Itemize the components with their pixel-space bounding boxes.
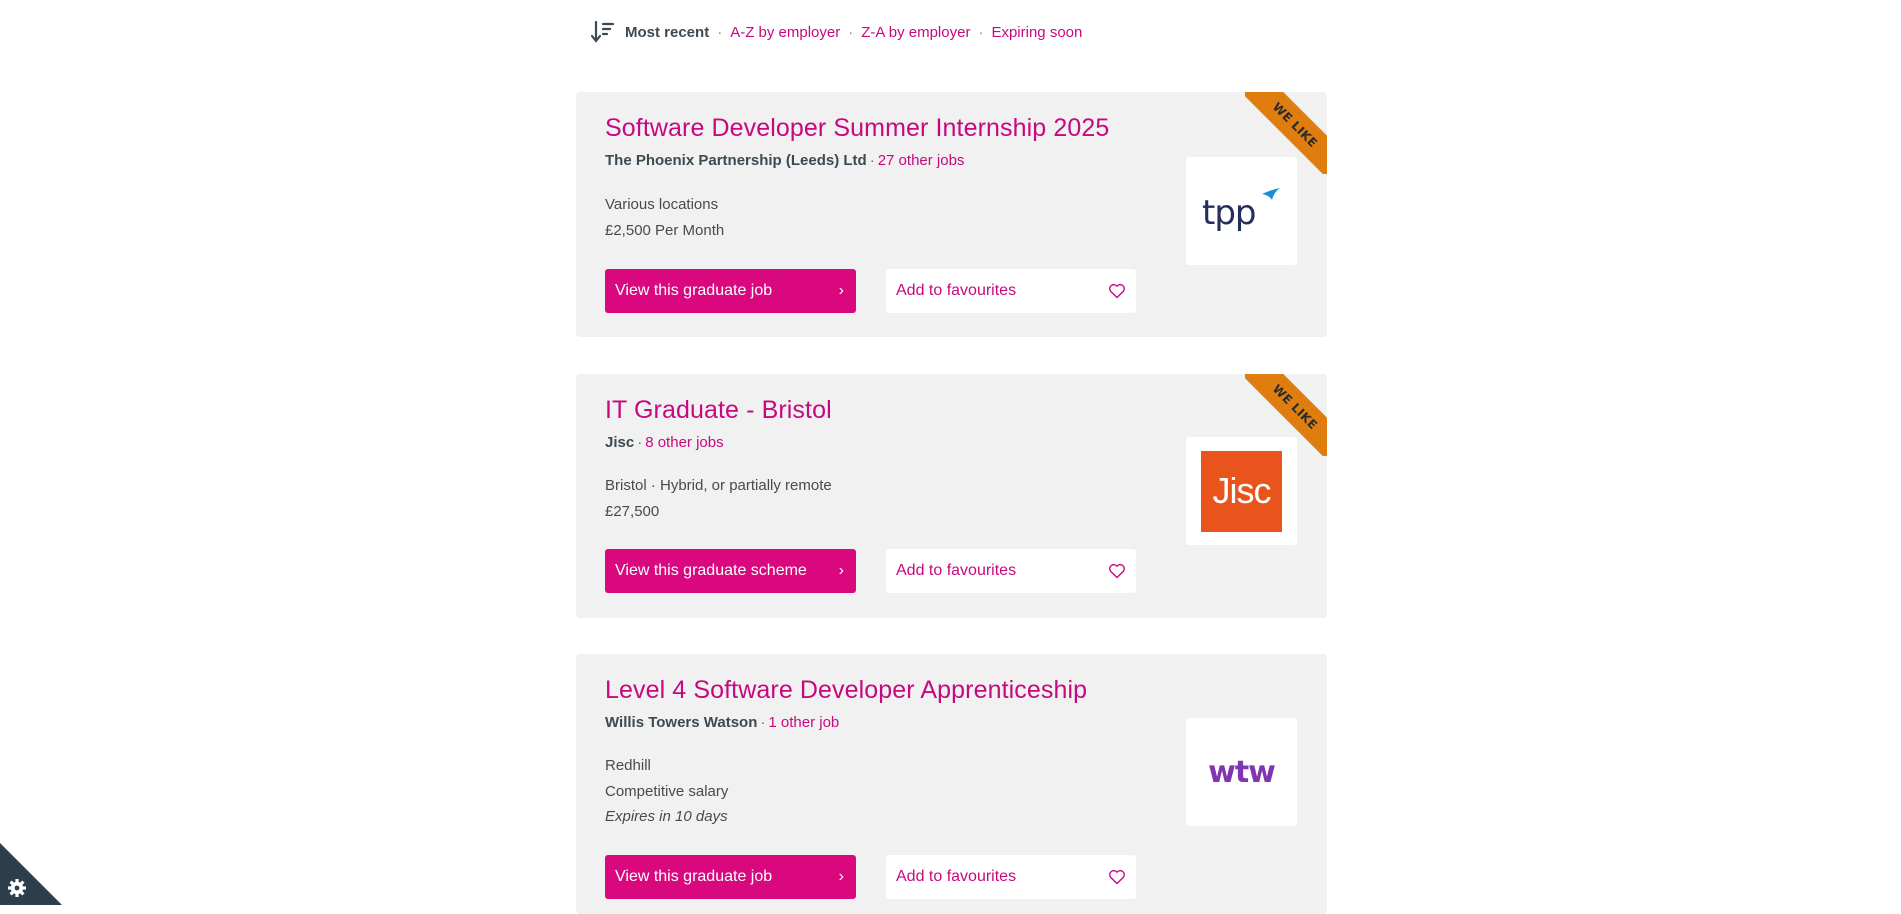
chevron-right-icon: › (838, 868, 844, 885)
employer-name: Jisc (605, 434, 635, 451)
we-like-badge-label: WE LIKE (1245, 92, 1327, 174)
sort-za-employer-link[interactable]: Z-A by employer (861, 24, 970, 41)
employer-name: Willis Towers Watson (605, 714, 758, 731)
sort-separator: · (717, 23, 723, 41)
favourites-label: Add to favourites (896, 562, 1017, 579)
heart-outline-icon (1109, 869, 1125, 885)
job-details: Bristol · Hybrid, or partially remote £2… (605, 473, 832, 524)
we-like-badge-label: WE LIKE (1245, 374, 1327, 456)
job-salary: £27,500 (605, 502, 660, 520)
job-employer: Jisc · 8 other jobs (605, 434, 724, 451)
job-details: Redhill Competitive salary Expires in 10… (605, 753, 728, 830)
view-job-label: View this graduate job (615, 282, 773, 299)
view-scheme-button[interactable]: View this graduate scheme › (605, 549, 856, 593)
view-job-button[interactable]: View this graduate job › (605, 269, 856, 313)
sort-separator: · (848, 23, 854, 41)
view-job-label: View this graduate scheme (615, 562, 807, 579)
other-jobs-link[interactable]: 27 other jobs (878, 152, 965, 169)
sort-separator: · (978, 23, 984, 41)
wtw-logo-text: wtw (1208, 754, 1276, 790)
tpp-logo: tpp (1202, 188, 1280, 233)
chevron-right-icon: › (838, 282, 844, 299)
sort-expiring-soon-link[interactable]: Expiring soon (991, 24, 1082, 41)
add-to-favourites-button[interactable]: Add to favourites (886, 269, 1136, 313)
gear-icon (8, 879, 26, 897)
job-card: Level 4 Software Developer Apprenticeshi… (576, 654, 1327, 914)
logo-text: tpp (1202, 193, 1256, 233)
we-like-badge: WE LIKE (1245, 374, 1327, 456)
other-jobs-link[interactable]: 1 other job (768, 714, 839, 731)
job-card: Software Developer Summer Internship 202… (576, 92, 1327, 337)
job-card: IT Graduate - Bristol Jisc · 8 other jobs … (576, 374, 1327, 618)
job-salary: Competitive salary (605, 782, 729, 800)
logo-text: Jisc (1212, 470, 1272, 511)
sort-bar: Most recent · A-Z by employer · Z-A by e… (590, 18, 1082, 46)
other-jobs-link[interactable]: 8 other jobs (645, 434, 723, 451)
favourites-label: Add to favourites (896, 282, 1017, 299)
employer-name: The Phoenix Partnership (Leeds) Ltd (605, 152, 867, 169)
add-to-favourites-button[interactable]: Add to favourites (886, 549, 1136, 593)
add-to-favourites-button[interactable]: Add to favourites (886, 855, 1136, 899)
job-salary: £2,500 Per Month (605, 221, 725, 239)
employer-logo: wtw (1186, 718, 1297, 826)
job-title-link[interactable]: Level 4 Software Developer Apprenticeshi… (605, 676, 1087, 705)
cookie-settings-button[interactable] (0, 843, 62, 905)
we-like-badge: WE LIKE (1245, 92, 1327, 174)
heart-outline-icon (1109, 563, 1125, 579)
chevron-right-icon: › (838, 562, 844, 579)
job-employer: Willis Towers Watson · 1 other job (605, 714, 840, 731)
job-location: Bristol · Hybrid, or partially remote (605, 477, 832, 494)
view-job-button[interactable]: View this graduate job › (605, 855, 856, 899)
job-title-link[interactable]: IT Graduate - Bristol (605, 396, 832, 425)
job-location: Various locations (605, 196, 719, 213)
job-details: Various locations £2,500 Per Month (605, 192, 724, 243)
heart-outline-icon (1109, 283, 1125, 299)
sort-descending-icon (590, 20, 615, 43)
favourites-label: Add to favourites (896, 868, 1017, 885)
job-title-link[interactable]: Software Developer Summer Internship 202… (605, 114, 1109, 143)
job-expiry: Expires in 10 days (605, 808, 728, 825)
sort-az-employer-link[interactable]: A-Z by employer (730, 24, 840, 41)
view-job-label: View this graduate job (615, 868, 773, 885)
jisc-logo: Jisc (1201, 450, 1282, 532)
sort-current: Most recent (625, 23, 710, 41)
job-employer: The Phoenix Partnership (Leeds) Ltd · 27 o… (605, 152, 965, 169)
job-location: Redhill (605, 757, 651, 774)
